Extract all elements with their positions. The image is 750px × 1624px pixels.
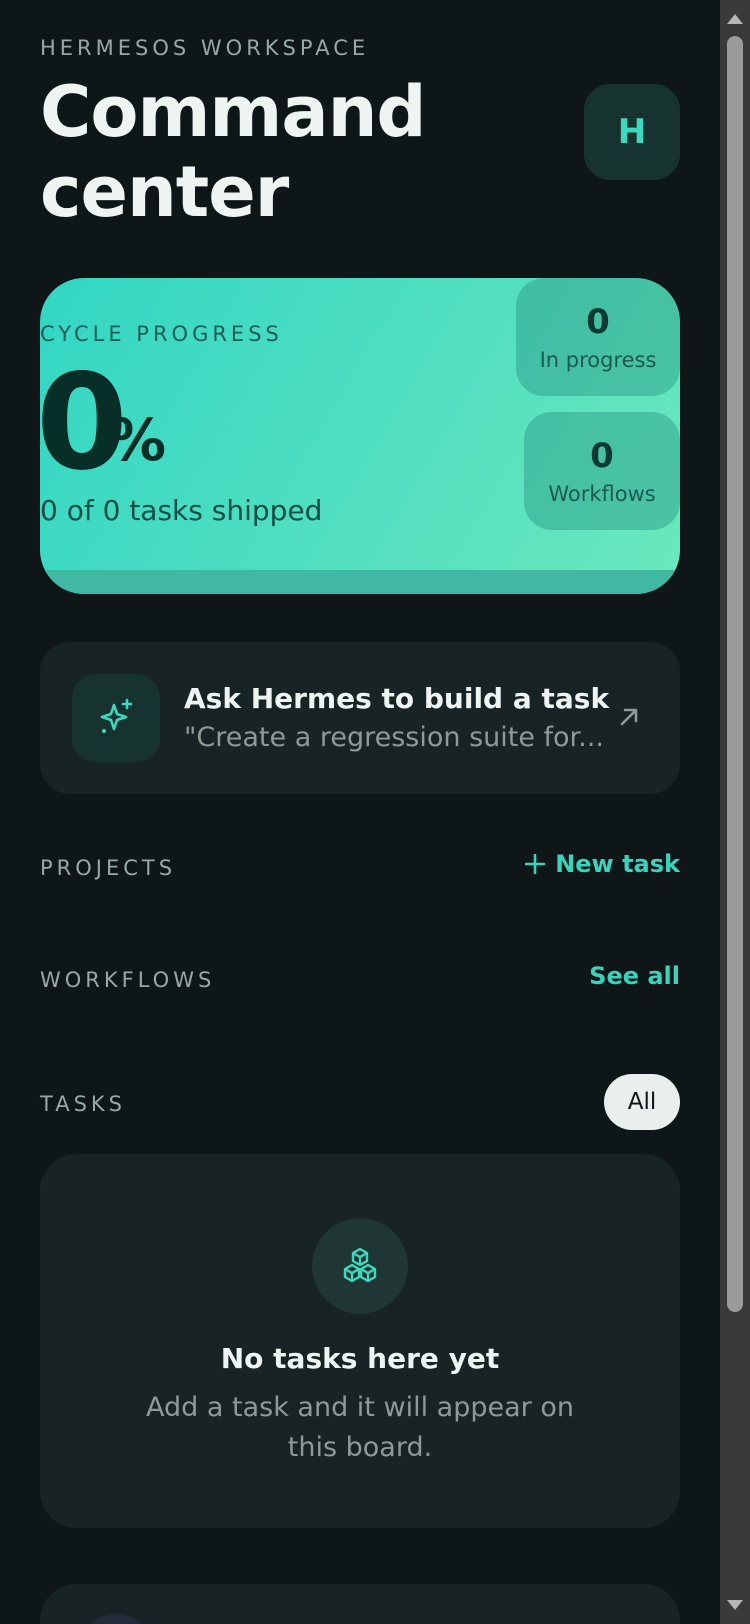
triangle-up-icon (727, 14, 743, 24)
partial-card (40, 1584, 680, 1624)
tasks-filter-all[interactable]: All (604, 1074, 680, 1130)
new-task-button[interactable]: New task (525, 850, 680, 878)
new-task-label: New task (555, 850, 680, 878)
tasks-empty-state: No tasks here yet Add a task and it will… (40, 1154, 680, 1528)
vertical-scrollbar[interactable] (720, 0, 750, 1624)
stat-in-progress-label: In progress (539, 348, 657, 372)
empty-state-subtitle: Add a task and it will appear on this bo… (146, 1392, 574, 1463)
projects-section-label: PROJECTS (40, 856, 177, 880)
scroll-up-button[interactable] (720, 4, 750, 34)
cycle-progress-card: CYCLE PROGRESS 0 % 0 of 0 tasks shipped … (40, 278, 680, 594)
partial-card-avatar (76, 1614, 156, 1624)
page-title-line-2: center (40, 151, 289, 233)
stat-workflows: 0 Workflows (524, 412, 680, 530)
stat-workflows-value: 0 (590, 436, 614, 476)
scroll-down-button[interactable] (720, 1590, 750, 1620)
workflows-section-label: WORKFLOWS (40, 968, 216, 992)
page-title: Command center (40, 72, 520, 232)
command-center-page: HERMESOS WORKSPACE Command center H CYCL… (0, 0, 720, 1624)
ask-hermes-title: Ask Hermes to build a task (184, 682, 610, 715)
stat-in-progress: 0 In progress (516, 278, 680, 396)
empty-state-title: No tasks here yet (220, 1342, 500, 1375)
ask-hermes-icon-container (72, 674, 160, 762)
cycle-progress-label: CYCLE PROGRESS (40, 322, 283, 346)
ask-hermes-card[interactable]: Ask Hermes to build a task "Create a reg… (40, 642, 680, 794)
stat-workflows-label: Workflows (548, 482, 656, 506)
tasks-section-label: TASKS (40, 1092, 126, 1116)
tasks-shipped-text: 0 of 0 tasks shipped (40, 494, 323, 527)
user-avatar-button[interactable]: H (584, 84, 680, 180)
cycle-progress-percent-sign: % (108, 406, 167, 474)
stat-in-progress-value: 0 (586, 302, 610, 342)
plus-icon (525, 854, 546, 874)
cubes-icon (343, 1247, 377, 1283)
arrow-up-right-icon (620, 708, 638, 726)
page-title-line-1: Command (40, 71, 427, 153)
triangle-down-icon (727, 1600, 743, 1610)
scrollbar-thumb[interactable] (727, 36, 743, 1312)
ask-hermes-subtitle: "Create a regression suite for... (184, 722, 604, 753)
workspace-label: HERMESOS WORKSPACE (40, 36, 370, 60)
see-all-workflows-link[interactable]: See all (589, 962, 680, 990)
empty-state-icon-container (312, 1218, 408, 1314)
cycle-progress-bar (40, 570, 680, 594)
sparkle-icon (100, 698, 133, 733)
